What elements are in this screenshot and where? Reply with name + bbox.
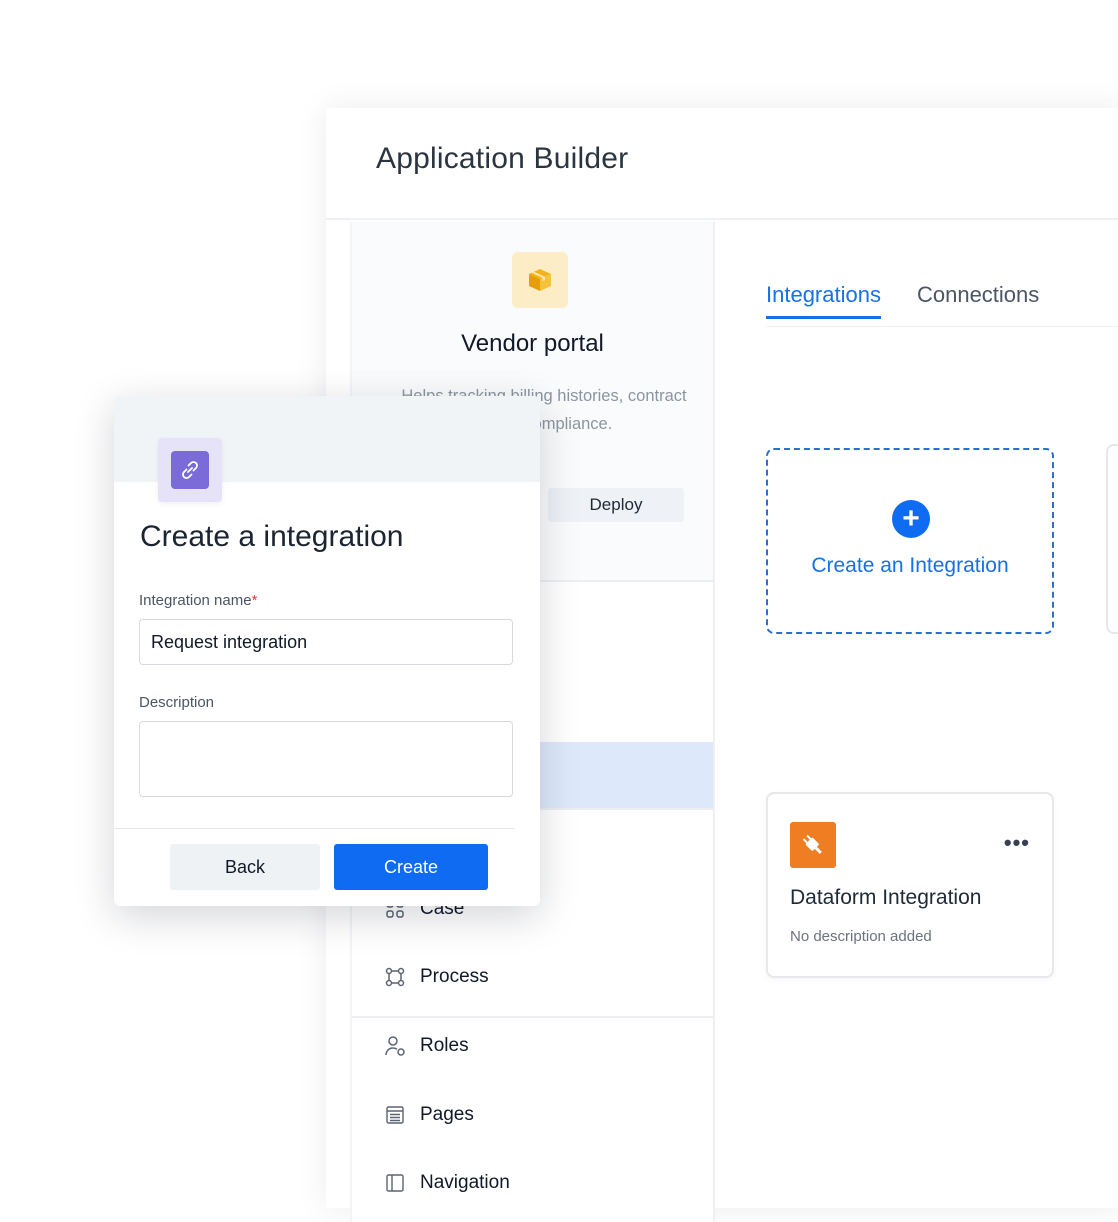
create-integration-card[interactable]: + Create an Integration [766,448,1054,634]
sidebar-item-label: Navigation [420,1172,510,1193]
back-button[interactable]: Back [170,844,320,890]
integration-name-label: Integration name* [139,592,257,609]
tabs-divider [766,326,1118,327]
sidebar-item-label: Pages [420,1104,474,1125]
more-options-icon[interactable]: ••• [1004,830,1030,856]
plug-icon [790,822,836,868]
sidebar-item-label: Process [420,966,489,987]
integration-name: Dataform Integration [790,886,982,909]
main-content: Integrations Connections + Create an Int… [716,222,1118,1208]
description-textarea[interactable] [139,721,513,797]
required-mark: * [251,592,258,609]
tab-connections[interactable]: Connections [917,282,1039,319]
sidebar-item-label: Roles [420,1035,469,1056]
description-label: Description [139,694,215,711]
sidebar-item-roles[interactable]: Roles [384,1035,469,1057]
roles-user-icon [384,1035,406,1057]
create-integration-label: Create an Integration [811,554,1009,577]
create-integration-modal: Create a integration Integration name* R… [114,396,540,906]
app-name: Vendor portal [461,330,604,357]
modal-icon-frame [158,438,222,502]
field-label-text: Integration name [139,592,252,609]
tab-integrations[interactable]: Integrations [766,282,881,319]
link-icon [171,451,209,489]
sidebar-divider [352,1016,713,1018]
package-icon [512,252,568,308]
sidebar-item-process[interactable]: Process [384,966,489,988]
modal-title: Create a integration [140,520,404,553]
app-header: Application Builder [326,108,1118,220]
partial-card [1106,444,1118,634]
modal-divider [114,828,514,829]
deploy-button[interactable]: Deploy [548,488,684,522]
process-nodes-icon [384,966,406,988]
pages-list-icon [384,1104,406,1126]
create-button[interactable]: Create [334,844,488,890]
tab-bar: Integrations Connections [766,282,1039,319]
integration-card[interactable]: ••• Dataform Integration No description … [766,792,1054,978]
sidebar-item-navigation[interactable]: Navigation [384,1172,510,1194]
integration-name-input[interactable]: Request integration [139,619,513,665]
navigation-icon [384,1172,406,1194]
page-title: Application Builder [376,142,629,175]
integration-description: No description added [790,928,932,945]
plus-circle-icon: + [892,500,930,538]
sidebar-item-pages[interactable]: Pages [384,1104,474,1126]
